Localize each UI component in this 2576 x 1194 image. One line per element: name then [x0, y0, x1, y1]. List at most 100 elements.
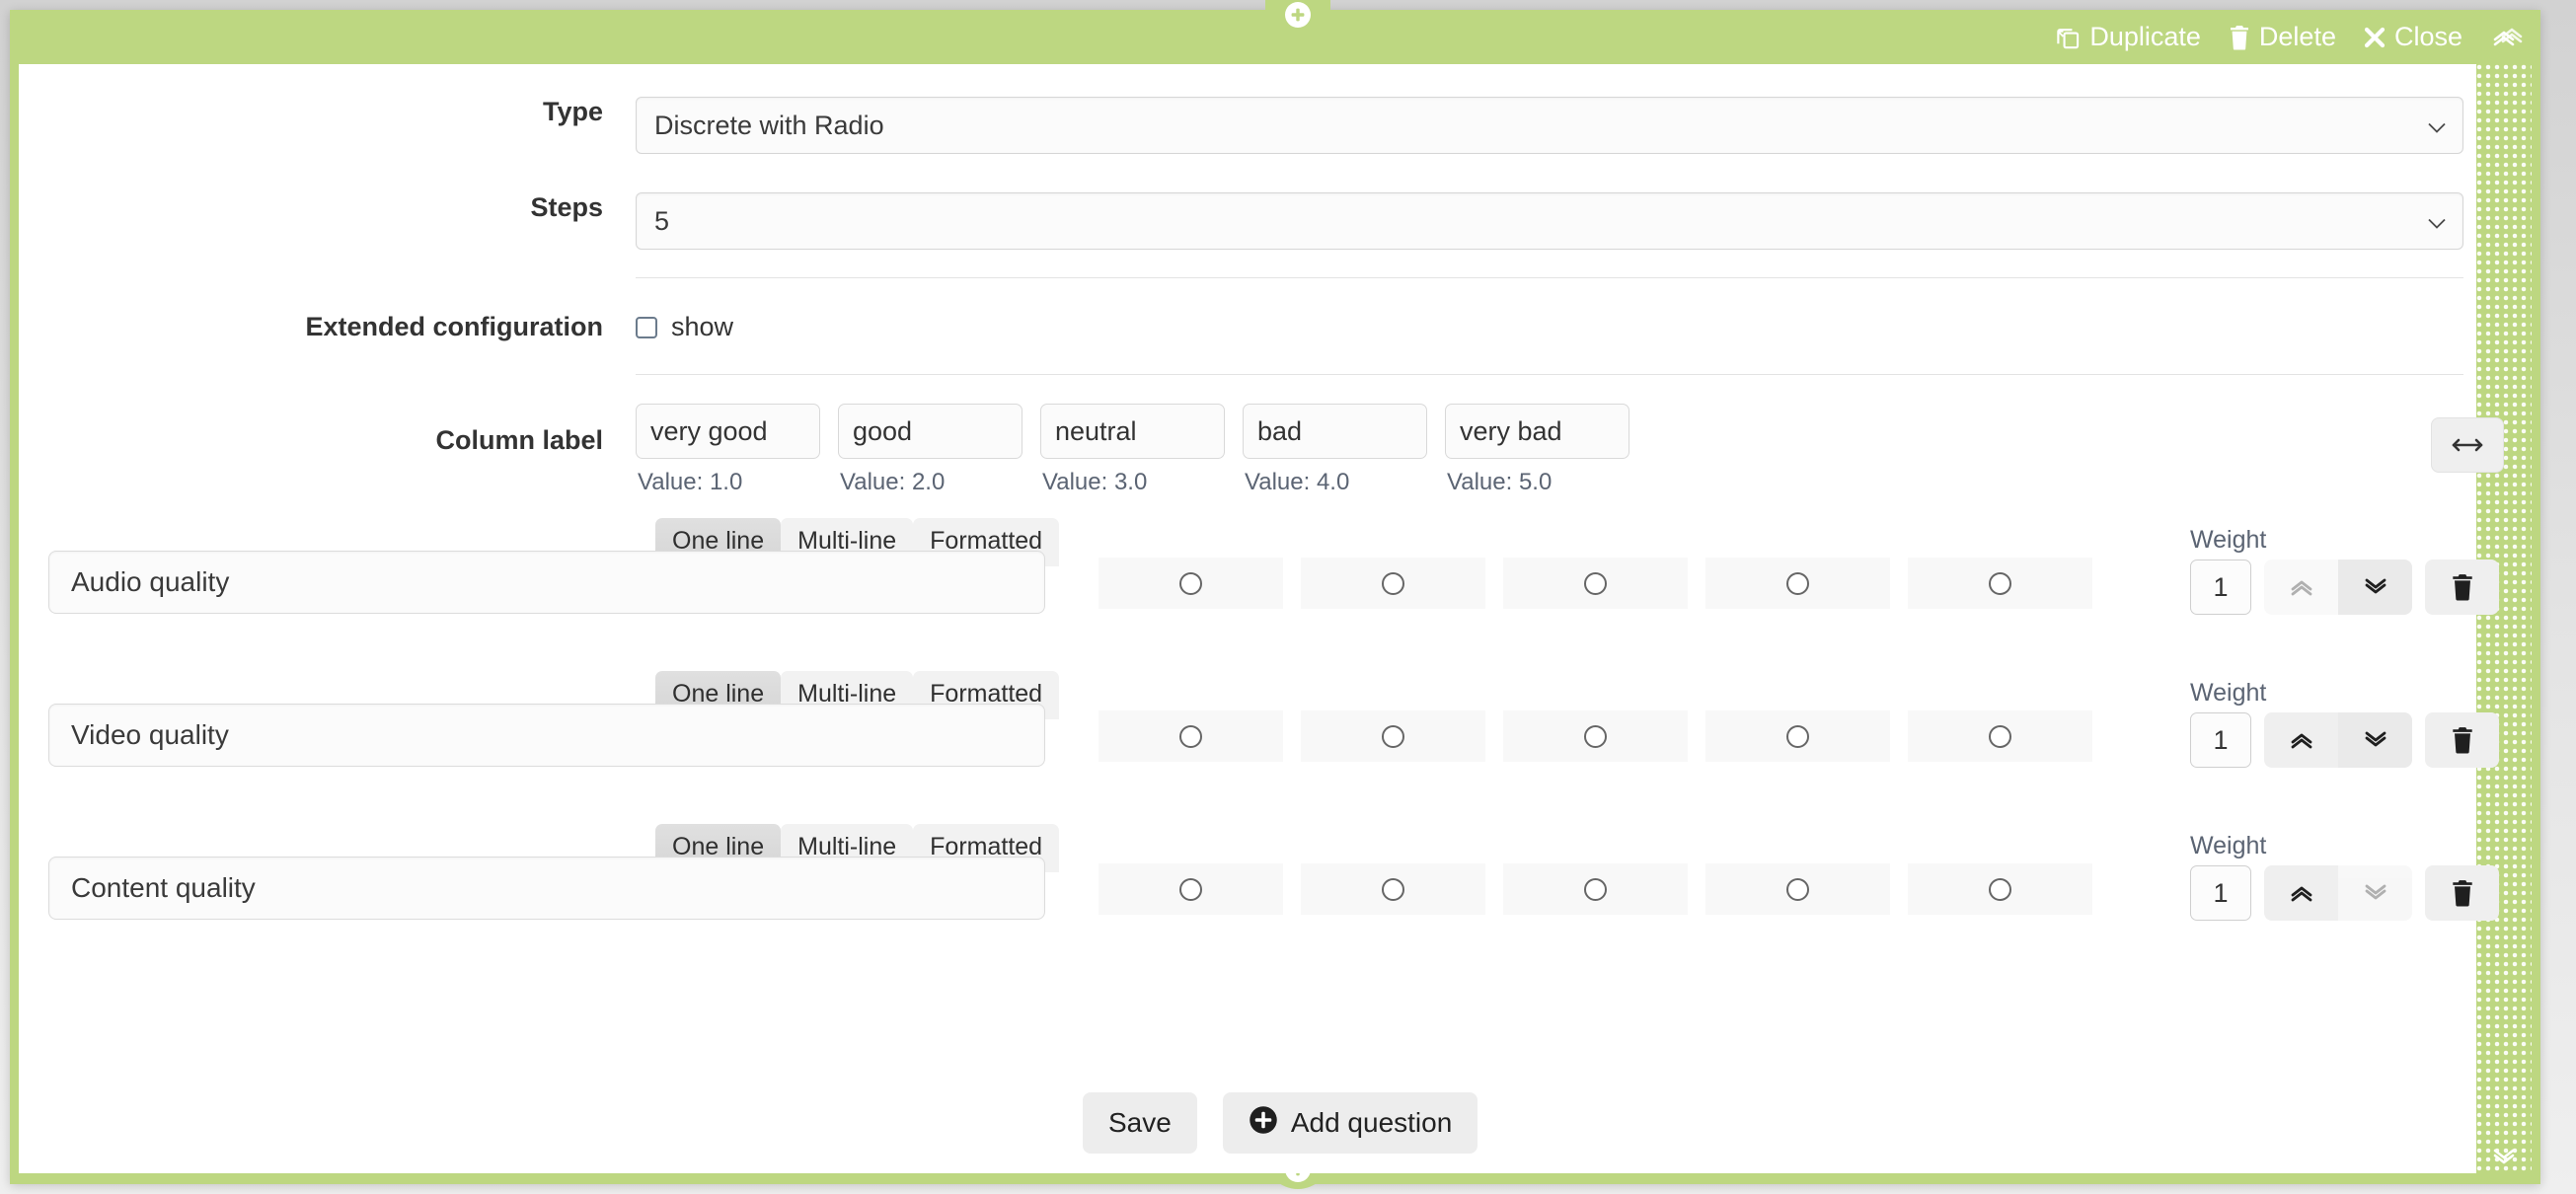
radio-button[interactable]: [1786, 571, 1809, 595]
column-label-control: very good Value: 1.0 good Value: 2.0 neutral…: [636, 404, 2476, 496]
scroll-up-button[interactable]: [2476, 10, 2532, 64]
type-row: Type Discrete with Radio: [19, 97, 2476, 154]
move-button-group: [2264, 865, 2412, 921]
show-checkbox-row[interactable]: show: [636, 312, 2476, 342]
delete-question-button[interactable]: [2425, 865, 2499, 921]
move-down-button[interactable]: [2338, 712, 2412, 768]
close-button[interactable]: Close: [2363, 24, 2462, 50]
radio-button[interactable]: [1382, 877, 1404, 901]
move-up-button[interactable]: [2264, 712, 2338, 768]
question-panel-body: Type Discrete with Radio Steps 5 Extende…: [19, 64, 2504, 1173]
add-question-label: Add question: [1290, 1107, 1453, 1138]
radio-cell[interactable]: [1301, 863, 1485, 915]
close-icon: [2363, 26, 2387, 49]
footer-buttons: Save Add question: [1083, 1092, 1478, 1154]
radio-button[interactable]: [1989, 571, 2011, 595]
move-up-button: [2264, 560, 2338, 615]
save-button[interactable]: Save: [1083, 1092, 1197, 1154]
type-control: Discrete with Radio: [636, 97, 2476, 154]
drag-handle-rail[interactable]: [2476, 64, 2532, 1173]
type-select-value: Discrete with Radio: [654, 110, 884, 140]
radio-cell[interactable]: [1099, 710, 1283, 762]
type-label: Type: [542, 97, 603, 126]
type-select[interactable]: Discrete with Radio: [636, 97, 2463, 154]
radio-button[interactable]: [1584, 877, 1607, 901]
question-rows: One line Multi-line Formatted Audio quality…: [19, 518, 2499, 977]
form-divider-top: [636, 277, 2463, 278]
radio-button[interactable]: [1179, 877, 1202, 901]
column-label-input[interactable]: bad: [1243, 404, 1427, 459]
weight-controls: 1: [2190, 560, 2499, 615]
column-value-text: Value: 1.0: [638, 469, 743, 495]
radio-button[interactable]: [1179, 571, 1202, 595]
question-text-input[interactable]: Audio quality: [48, 551, 1045, 614]
move-up-button[interactable]: [2264, 865, 2338, 921]
column-label-input[interactable]: very bad: [1445, 404, 1629, 459]
delete-question-button[interactable]: [2425, 712, 2499, 768]
radio-cell[interactable]: [1705, 863, 1890, 915]
column-label-row: Column label very good Value: 1.0 good Valu…: [19, 404, 2504, 496]
question-panel: Duplicate Delete Close Type Discrete wit…: [10, 0, 2540, 1189]
column-value-text: Value: 5.0: [1447, 469, 1553, 495]
question-radio-row: [1099, 863, 2092, 915]
chevron-down-icon: [2427, 206, 2447, 237]
column-label-input[interactable]: good: [838, 404, 1023, 459]
radio-button[interactable]: [1989, 877, 2011, 901]
question-text-input[interactable]: Video quality: [48, 704, 1045, 767]
distribute-columns-button[interactable]: [2431, 417, 2504, 473]
radio-button[interactable]: [1584, 571, 1607, 595]
show-checkbox[interactable]: [636, 316, 657, 338]
trash-icon: [2228, 25, 2251, 50]
radio-cell[interactable]: [1705, 558, 1890, 609]
delete-label: Delete: [2258, 22, 2336, 51]
radio-cell[interactable]: [1301, 558, 1485, 609]
duplicate-label: Duplicate: [2089, 22, 2201, 51]
steps-row: Steps 5: [19, 192, 2476, 278]
radio-button[interactable]: [1584, 724, 1607, 748]
weight-input[interactable]: 1: [2190, 865, 2251, 921]
radio-button[interactable]: [1786, 877, 1809, 901]
weight-input[interactable]: 1: [2190, 712, 2251, 768]
radio-button[interactable]: [1786, 724, 1809, 748]
radio-cell[interactable]: [1503, 863, 1688, 915]
radio-cell[interactable]: [1503, 558, 1688, 609]
column-label-input[interactable]: very good: [636, 404, 820, 459]
radio-cell[interactable]: [1908, 710, 2092, 762]
weight-block: Weight 1: [2190, 526, 2499, 615]
scroll-down-button[interactable]: [2476, 1130, 2532, 1184]
question-row: One line Multi-line Formatted Video quality…: [19, 671, 2499, 824]
add-question-button[interactable]: Add question: [1222, 1092, 1478, 1154]
radio-button[interactable]: [1382, 571, 1404, 595]
weight-label: Weight: [2190, 832, 2267, 859]
column-label-input[interactable]: neutral: [1040, 404, 1225, 459]
radio-cell[interactable]: [1099, 863, 1283, 915]
show-checkbox-label: show: [671, 312, 734, 341]
screen-root: Duplicate Delete Close Type Discrete wit…: [0, 0, 2576, 1194]
delete-question-button[interactable]: [2425, 560, 2499, 615]
weight-input[interactable]: 1: [2190, 560, 2251, 615]
extended-configuration-label: Extended configuration: [305, 312, 603, 341]
column-label-label: Column label: [435, 425, 603, 455]
delete-button[interactable]: Delete: [2228, 24, 2336, 50]
radio-cell[interactable]: [1705, 710, 1890, 762]
close-label: Close: [2393, 22, 2462, 51]
plus-icon-top[interactable]: [1285, 1, 1311, 28]
radio-button[interactable]: [1382, 724, 1404, 748]
radio-button[interactable]: [1989, 724, 2011, 748]
radio-button[interactable]: [1179, 724, 1202, 748]
radio-cell[interactable]: [1503, 710, 1688, 762]
move-down-button[interactable]: [2338, 560, 2412, 615]
question-text-input[interactable]: Content quality: [48, 857, 1045, 920]
radio-cell[interactable]: [1301, 710, 1485, 762]
radio-cell[interactable]: [1099, 558, 1283, 609]
steps-select[interactable]: 5: [636, 192, 2463, 250]
radio-cell[interactable]: [1908, 558, 2092, 609]
radio-cell[interactable]: [1908, 863, 2092, 915]
move-down-button: [2338, 865, 2412, 921]
add-question-above-tab[interactable]: [1265, 0, 1330, 32]
weight-label: Weight: [2190, 526, 2267, 554]
duplicate-button[interactable]: Duplicate: [2055, 24, 2201, 50]
save-label: Save: [1108, 1107, 1172, 1138]
chevron-down-icon: [2427, 111, 2447, 141]
column-label-cell: bad Value: 4.0: [1243, 404, 1427, 496]
